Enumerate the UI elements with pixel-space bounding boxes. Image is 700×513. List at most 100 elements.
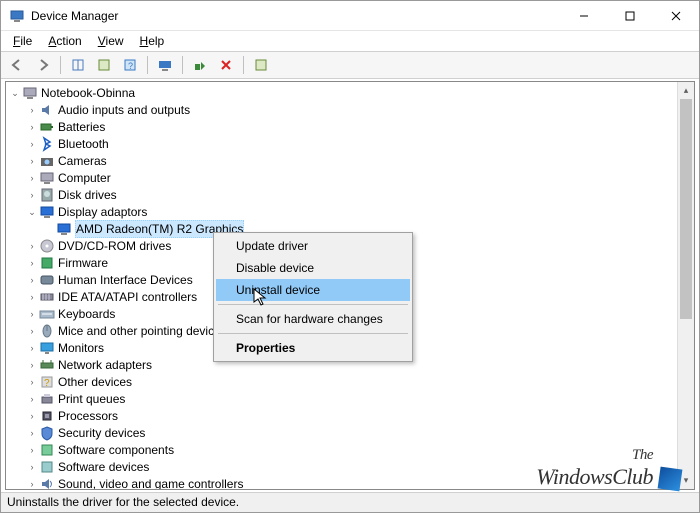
tree-category[interactable]: › Bluetooth (8, 135, 694, 152)
tree-category[interactable]: ›Processors (8, 407, 694, 424)
ctx-properties[interactable]: Properties (216, 337, 410, 359)
tree-category[interactable]: › Audio inputs and outputs (8, 101, 694, 118)
close-button[interactable] (653, 1, 699, 31)
expander-icon[interactable]: › (25, 340, 39, 356)
expander-icon[interactable]: › (25, 170, 39, 186)
back-button[interactable] (5, 54, 29, 76)
swdev-icon (39, 459, 55, 475)
expander-icon[interactable]: › (25, 476, 39, 491)
enable-device-button[interactable] (188, 54, 212, 76)
menu-view[interactable]: View (90, 32, 132, 50)
ctx-disable-device[interactable]: Disable device (216, 257, 410, 279)
uninstall-device-button[interactable] (214, 54, 238, 76)
properties-button[interactable] (92, 54, 116, 76)
tree-category[interactable]: › Security devices (8, 424, 694, 441)
computer-icon (39, 170, 55, 186)
expander-icon[interactable]: › (25, 119, 39, 135)
network-icon (39, 357, 55, 373)
expander-icon[interactable]: › (25, 459, 39, 475)
expander-icon[interactable]: › (25, 238, 39, 254)
minimize-button[interactable] (561, 1, 607, 31)
expander-icon[interactable]: › (25, 102, 39, 118)
tree-node-label: Print queues (58, 391, 125, 407)
status-bar: Uninstalls the driver for the selected d… (1, 492, 699, 512)
expander-icon[interactable]: › (25, 442, 39, 458)
tree-node-label: Software components (58, 442, 174, 458)
tree-node-label: Display adaptors (58, 204, 147, 220)
expander-icon[interactable]: › (25, 187, 39, 203)
expander-icon[interactable]: › (25, 391, 39, 407)
cpu-icon (39, 408, 55, 424)
tree-node-label: Notebook-Obinna (41, 85, 135, 101)
battery-icon (39, 119, 55, 135)
tree-node-label: Software devices (58, 459, 149, 475)
scan-hardware-button[interactable] (153, 54, 177, 76)
scroll-thumb[interactable] (680, 99, 692, 319)
maximize-button[interactable] (607, 1, 653, 31)
tree-category[interactable]: ⌄ Display adaptors (8, 203, 694, 220)
tree-category[interactable]: ›? Other devices (8, 373, 694, 390)
expander-icon[interactable]: › (25, 306, 39, 322)
context-menu: Update driver Disable device Uninstall d… (213, 232, 413, 362)
toolbar-separator (243, 56, 244, 74)
expander-icon[interactable]: › (25, 289, 39, 305)
tree-node-label: DVD/CD-ROM drives (58, 238, 171, 254)
expander-icon[interactable]: › (25, 255, 39, 271)
tree-node-label: Audio inputs and outputs (58, 102, 190, 118)
menu-action[interactable]: Action (40, 32, 89, 50)
keyboard-icon (39, 306, 55, 322)
expander-icon[interactable]: ⌄ (25, 204, 39, 220)
expander-icon[interactable]: ⌄ (8, 85, 22, 101)
expander-icon[interactable]: › (25, 323, 39, 339)
firmware-icon (39, 255, 55, 271)
hid-icon (39, 272, 55, 288)
tree-root[interactable]: ⌄ Notebook-Obinna (8, 84, 694, 101)
app-icon (9, 8, 25, 24)
expander-icon[interactable]: › (25, 408, 39, 424)
expander-icon[interactable]: › (25, 425, 39, 441)
ctx-separator (218, 304, 408, 305)
expander-icon[interactable]: › (25, 374, 39, 390)
toolbar-separator (182, 56, 183, 74)
tree-category[interactable]: › Batteries (8, 118, 694, 135)
tree-node-label: IDE ATA/ATAPI controllers (58, 289, 197, 305)
watermark-line1: The (536, 447, 653, 464)
swcomp-icon (39, 442, 55, 458)
expander-icon[interactable]: › (25, 357, 39, 373)
update-driver-button[interactable] (249, 54, 273, 76)
security-icon (39, 425, 55, 441)
tree-node-label: Human Interface Devices (58, 272, 193, 288)
menu-file[interactable]: File (5, 32, 40, 50)
menu-help[interactable]: Help (132, 32, 173, 50)
expander-icon[interactable]: › (25, 272, 39, 288)
tree-category[interactable]: ›Cameras (8, 152, 694, 169)
tree-category[interactable]: › Print queues (8, 390, 694, 407)
help-toolbar-button[interactable]: ? (118, 54, 142, 76)
forward-button[interactable] (31, 54, 55, 76)
tree-node-label: Monitors (58, 340, 104, 356)
show-hidden-button[interactable] (66, 54, 90, 76)
expander-icon[interactable]: › (25, 136, 39, 152)
tree-node-label: Bluetooth (58, 136, 109, 152)
ctx-uninstall-device[interactable]: Uninstall device (216, 279, 410, 301)
tree-node-label: Sound, video and game controllers (58, 476, 243, 491)
tree-node-label: Keyboards (58, 306, 115, 322)
camera-icon (39, 153, 55, 169)
status-text: Uninstalls the driver for the selected d… (7, 495, 239, 509)
tree-node-label: Batteries (58, 119, 105, 135)
expander-icon[interactable]: › (25, 153, 39, 169)
tree-node-label: Other devices (58, 374, 132, 390)
svg-text:?: ? (44, 378, 50, 389)
sound-icon (39, 476, 55, 491)
scroll-up-arrow[interactable]: ▴ (678, 82, 694, 99)
tree-node-label: Mice and other pointing devices (58, 323, 227, 339)
tree-node-label: Security devices (58, 425, 145, 441)
ctx-update-driver[interactable]: Update driver (216, 235, 410, 257)
tree-node-label: Firmware (58, 255, 108, 271)
tree-category[interactable]: ›Computer (8, 169, 694, 186)
vertical-scrollbar[interactable]: ▴ ▾ (677, 82, 694, 489)
monitor-icon (39, 340, 55, 356)
watermark-square-icon (658, 467, 683, 492)
ctx-scan-hardware[interactable]: Scan for hardware changes (216, 308, 410, 330)
tree-category[interactable]: ›Disk drives (8, 186, 694, 203)
